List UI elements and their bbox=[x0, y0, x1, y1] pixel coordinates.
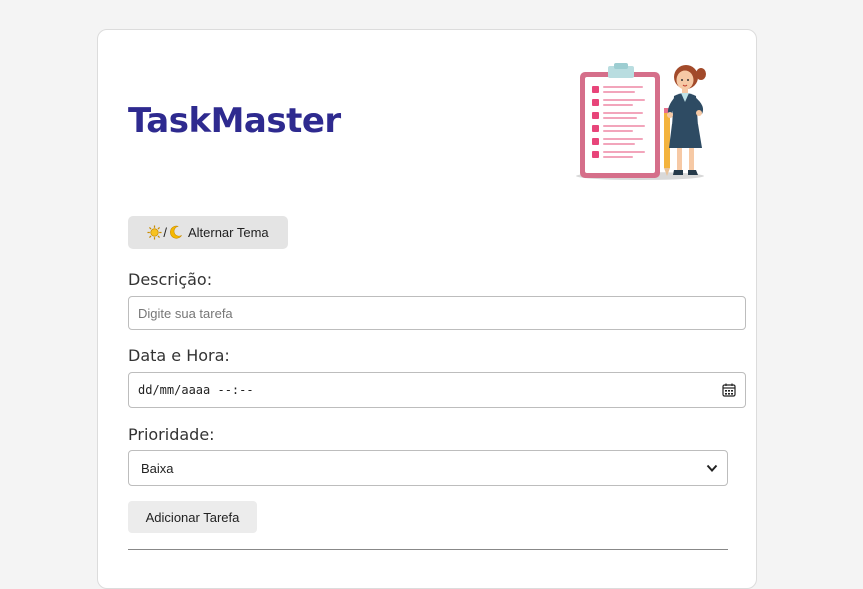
divider bbox=[128, 549, 728, 550]
add-task-button[interactable]: Adicionar Tarefa bbox=[128, 501, 257, 533]
toggle-theme-label: Alternar Tema bbox=[187, 225, 269, 240]
sun-icon bbox=[147, 225, 162, 240]
description-input[interactable] bbox=[128, 296, 746, 330]
app-title: TaskMaster bbox=[128, 101, 341, 141]
datetime-display: dd/mm/aaaa --:-- bbox=[138, 383, 254, 397]
calendar-icon[interactable] bbox=[722, 383, 736, 397]
theme-icon-separator: / bbox=[163, 225, 167, 240]
moon-icon bbox=[169, 225, 182, 239]
checklist-woman-illustration bbox=[576, 63, 706, 180]
chevron-down-icon bbox=[706, 464, 718, 472]
description-label: Descrição: bbox=[128, 270, 213, 289]
toggle-theme-button[interactable]: / Alternar Tema bbox=[128, 216, 288, 249]
priority-select[interactable]: Baixa bbox=[128, 450, 728, 486]
datetime-input[interactable]: dd/mm/aaaa --:-- bbox=[128, 372, 746, 408]
priority-selected-value: Baixa bbox=[141, 460, 174, 476]
priority-label: Prioridade: bbox=[128, 425, 215, 444]
theme-icons: / bbox=[147, 225, 183, 240]
task-form-card: TaskMaster / Alternar Tema Descrição: Di… bbox=[97, 29, 757, 589]
datetime-label: Data e Hora: bbox=[128, 346, 230, 365]
